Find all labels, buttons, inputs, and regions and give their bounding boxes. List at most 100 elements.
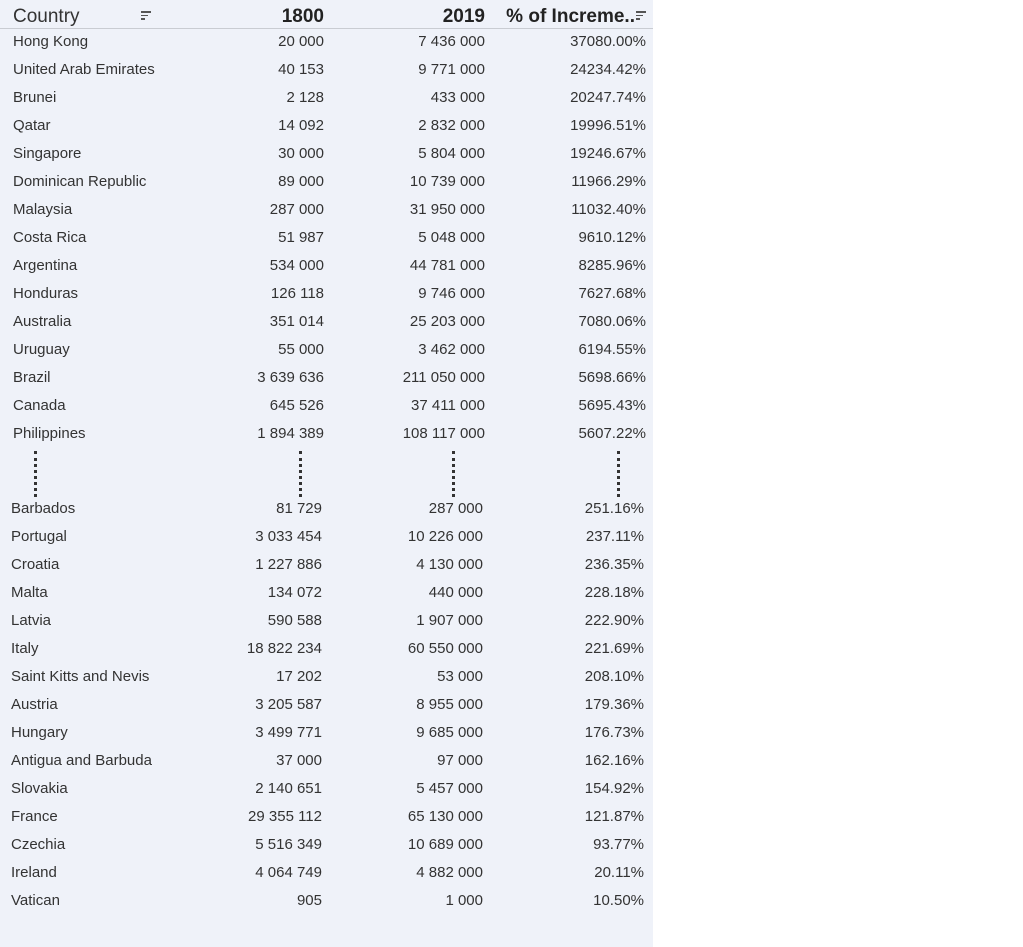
cell-country: Costa Rica <box>13 229 87 246</box>
table-row[interactable]: Brazil 3 639 636 211 050 000 5698.66% <box>0 364 653 392</box>
table-row[interactable]: Slovakia 2 140 651 5 457 000 154.92% <box>0 775 653 803</box>
table-row[interactable]: Portugal 3 033 454 10 226 000 237.11% <box>0 523 653 551</box>
cell-increment: 11966.29% <box>571 173 646 190</box>
cell-2019: 1 907 000 <box>416 612 483 629</box>
cell-1800: 3 205 587 <box>255 696 322 713</box>
cell-country: Australia <box>13 313 72 330</box>
cell-country: Qatar <box>13 117 51 134</box>
table-row[interactable]: Australia 351 014 25 203 000 7080.06% <box>0 308 653 336</box>
cell-country: Hungary <box>11 724 68 741</box>
table-row[interactable]: Hong Kong 20 000 7 436 000 37080.00% <box>0 28 653 56</box>
table-row[interactable]: Vatican 905 1 000 10.50% <box>0 887 653 915</box>
sort-icon[interactable] <box>636 11 646 20</box>
cell-country: Austria <box>11 696 58 713</box>
table-row[interactable]: Malta 134 072 440 000 228.18% <box>0 579 653 607</box>
cell-increment: 5607.22% <box>578 425 646 442</box>
cell-2019: 8 955 000 <box>416 696 483 713</box>
table-row[interactable]: United Arab Emirates 40 153 9 771 000 24234… <box>0 56 653 84</box>
table-row[interactable]: Costa Rica 51 987 5 048 000 9610.12% <box>0 224 653 252</box>
header-2019[interactable]: 2019 <box>443 5 485 29</box>
cell-country: Saint Kitts and Nevis <box>11 668 150 685</box>
cell-1800: 3 033 454 <box>255 528 322 545</box>
cell-increment: 7627.68% <box>578 285 646 302</box>
cell-country: Dominican Republic <box>13 173 147 190</box>
cell-2019: 31 950 000 <box>409 201 485 218</box>
cell-1800: 18 822 234 <box>246 640 322 657</box>
ellipsis-divider <box>617 451 620 497</box>
cell-1800: 1 227 886 <box>255 556 322 573</box>
cell-country: Croatia <box>11 556 60 573</box>
cell-increment: 24234.42% <box>570 61 646 78</box>
table-row[interactable]: Malaysia 287 000 31 950 000 11032.40% <box>0 196 653 224</box>
table-row[interactable]: Philippines 1 894 389 108 117 000 5607.22% <box>0 420 653 448</box>
cell-2019: 10 689 000 <box>407 836 483 853</box>
cell-increment: 20247.74% <box>570 89 646 106</box>
cell-1800: 3 639 636 <box>257 369 324 386</box>
cell-1800: 37 000 <box>276 752 322 769</box>
table-row[interactable]: Hungary 3 499 771 9 685 000 176.73% <box>0 719 653 747</box>
table-row[interactable]: Ireland 4 064 749 4 882 000 20.11% <box>0 859 653 887</box>
table-row[interactable]: Antigua and Barbuda 37 000 97 000 162.16% <box>0 747 653 775</box>
cell-increment: 222.90% <box>584 612 644 629</box>
cell-increment: 236.35% <box>584 556 644 573</box>
cell-2019: 4 130 000 <box>416 556 483 573</box>
table-row[interactable]: Czechia 5 516 349 10 689 000 93.77% <box>0 831 653 859</box>
sort-icon[interactable] <box>141 11 151 20</box>
cell-2019: 9 685 000 <box>416 724 483 741</box>
header-country[interactable]: Country <box>13 5 80 29</box>
cell-1800: 590 588 <box>267 612 322 629</box>
cell-country: Malaysia <box>13 201 73 218</box>
ellipsis-divider <box>452 451 455 497</box>
cell-increment: 19996.51% <box>570 117 646 134</box>
cell-country: Slovakia <box>11 780 68 797</box>
cell-1800: 4 064 749 <box>255 864 322 881</box>
table-row[interactable]: Canada 645 526 37 411 000 5695.43% <box>0 392 653 420</box>
table-row[interactable]: Croatia 1 227 886 4 130 000 236.35% <box>0 551 653 579</box>
cell-country: Brazil <box>13 369 51 386</box>
table-row[interactable]: Austria 3 205 587 8 955 000 179.36% <box>0 691 653 719</box>
table-row[interactable]: Dominican Republic 89 000 10 739 000 11966.… <box>0 168 653 196</box>
cell-2019: 10 226 000 <box>407 528 483 545</box>
cell-increment: 7080.06% <box>578 313 646 330</box>
cell-increment: 5698.66% <box>578 369 646 386</box>
cell-1800: 55 000 <box>278 341 324 358</box>
cell-1800: 40 153 <box>278 61 324 78</box>
cell-2019: 44 781 000 <box>409 257 485 274</box>
cell-increment: 93.77% <box>593 836 644 853</box>
header-1800[interactable]: 1800 <box>282 5 324 29</box>
table-row[interactable]: Singapore 30 000 5 804 000 19246.67% <box>0 140 653 168</box>
cell-increment: 121.87% <box>584 808 644 825</box>
cell-1800: 17 202 <box>276 668 322 685</box>
cell-2019: 4 882 000 <box>416 864 483 881</box>
cell-1800: 351 014 <box>269 313 324 330</box>
table-row[interactable]: Barbados 81 729 287 000 251.16% <box>0 495 653 523</box>
cell-2019: 60 550 000 <box>407 640 483 657</box>
cell-1800: 14 092 <box>278 117 324 134</box>
cell-1800: 3 499 771 <box>255 724 322 741</box>
table-row[interactable]: Honduras 126 118 9 746 000 7627.68% <box>0 280 653 308</box>
header-increment[interactable]: % of Increme.. <box>506 5 635 29</box>
cell-2019: 7 436 000 <box>418 33 485 50</box>
table-row[interactable]: Uruguay 55 000 3 462 000 6194.55% <box>0 336 653 364</box>
cell-country: Vatican <box>11 892 60 909</box>
cell-increment: 6194.55% <box>578 341 646 358</box>
cell-country: Philippines <box>13 425 86 442</box>
cell-country: Canada <box>13 397 66 414</box>
table-row[interactable]: Latvia 590 588 1 907 000 222.90% <box>0 607 653 635</box>
table-row[interactable]: Brunei 2 128 433 000 20247.74% <box>0 84 653 112</box>
cell-1800: 534 000 <box>269 257 324 274</box>
cell-increment: 179.36% <box>584 696 644 713</box>
table-row[interactable]: Saint Kitts and Nevis 17 202 53 000 208.10% <box>0 663 653 691</box>
cell-1800: 126 118 <box>270 285 324 302</box>
cell-country: Honduras <box>13 285 79 302</box>
table-row[interactable]: Argentina 534 000 44 781 000 8285.96% <box>0 252 653 280</box>
table-panel: Country 1800 2019 % of Increme.. Hong Ko… <box>0 0 653 947</box>
cell-2019: 9 746 000 <box>418 285 485 302</box>
table-row[interactable]: Italy 18 822 234 60 550 000 221.69% <box>0 635 653 663</box>
table-row[interactable]: Qatar 14 092 2 832 000 19996.51% <box>0 112 653 140</box>
cell-1800: 1 894 389 <box>257 425 324 442</box>
table-row[interactable]: France 29 355 112 65 130 000 121.87% <box>0 803 653 831</box>
cell-1800: 20 000 <box>278 33 324 50</box>
cell-2019: 1 000 <box>445 892 483 909</box>
cell-increment: 208.10% <box>584 668 644 685</box>
